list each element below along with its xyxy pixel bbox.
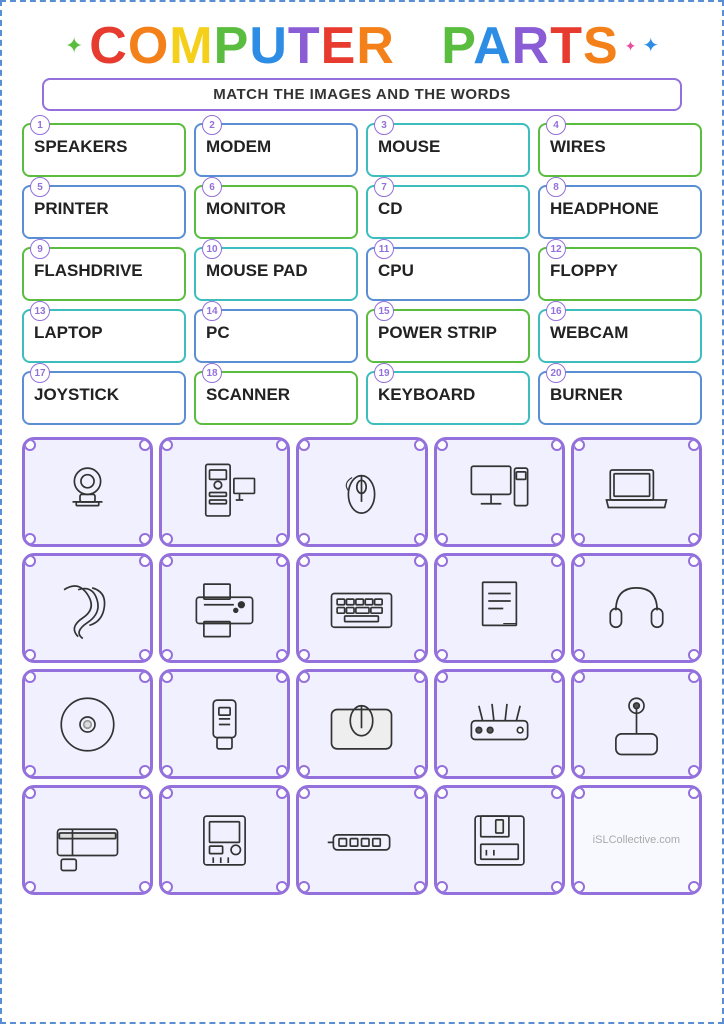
image-cell-mouse (296, 437, 427, 547)
page-title: COMPUTER PARTS (89, 20, 618, 72)
image-cell-cpu (159, 785, 290, 895)
cell-number: 1 (30, 115, 50, 135)
cell-number: 16 (546, 301, 566, 321)
image-cell-modem (434, 669, 565, 779)
word-cell-joystick: 17 JOYSTICK (22, 371, 186, 425)
word-cell-headphone: 8 HEADPHONE (538, 185, 702, 239)
cell-label: POWER STRIP (374, 315, 522, 343)
cell-number: 12 (546, 239, 566, 259)
cell-label: FLOPPY (546, 253, 694, 281)
image-cell-printer (159, 553, 290, 663)
cell-label: BURNER (546, 377, 694, 405)
cell-label: KEYBOARD (374, 377, 522, 405)
cell-label: PC (202, 315, 350, 343)
cell-label: WIRES (546, 129, 694, 157)
word-cell-webcam: 16 WEBCAM (538, 309, 702, 363)
image-cell-mousepad (296, 669, 427, 779)
cell-label: SCANNER (202, 377, 350, 405)
cell-label: MODEM (202, 129, 350, 157)
cell-number: 20 (546, 363, 566, 383)
word-cell-printer: 5 PRINTER (22, 185, 186, 239)
title-area: ✦ COMPUTER PARTS ✦ ✦ (12, 12, 712, 78)
word-cell-wires: 4 WIRES (538, 123, 702, 177)
word-grid: 1 SPEAKERS 2 MODEM 3 MOUSE 4 WIRES 5 PRI… (12, 123, 712, 425)
cell-label: WEBCAM (546, 315, 694, 343)
word-cell-burner: 20 BURNER (538, 371, 702, 425)
cell-number: 6 (202, 177, 222, 197)
cell-label: MONITOR (202, 191, 350, 219)
image-cell-laptop (571, 437, 702, 547)
instruction-box: MATCH THE IMAGES AND THE WORDS (42, 78, 682, 111)
image-cell-paper (434, 553, 565, 663)
image-cell-webcam (22, 437, 153, 547)
image-cell-flashdrive (159, 669, 290, 779)
word-cell-scanner: 18 SCANNER (194, 371, 358, 425)
word-cell-speakers: 1 SPEAKERS (22, 123, 186, 177)
cell-number: 7 (374, 177, 394, 197)
cell-number: 14 (202, 301, 222, 321)
cell-number: 5 (30, 177, 50, 197)
image-cell-cd (22, 669, 153, 779)
word-cell-power-strip: 15 POWER STRIP (366, 309, 530, 363)
cell-label: HEADPHONE (546, 191, 694, 219)
image-cell-keyboard (296, 553, 427, 663)
image-cell-monitor (434, 437, 565, 547)
cell-label: CPU (374, 253, 522, 281)
word-cell-cd: 7 CD (366, 185, 530, 239)
image-cell-scanner (22, 785, 153, 895)
image-cell-floppy (434, 785, 565, 895)
cell-label: JOYSTICK (30, 377, 178, 405)
cell-label: CD (374, 191, 522, 219)
cell-number: 4 (546, 115, 566, 135)
word-cell-monitor: 6 MONITOR (194, 185, 358, 239)
image-cell-wires (22, 553, 153, 663)
cell-label: PRINTER (30, 191, 178, 219)
word-cell-floppy: 12 FLOPPY (538, 247, 702, 301)
cell-number: 18 (202, 363, 222, 383)
cell-number: 2 (202, 115, 222, 135)
cell-number: 17 (30, 363, 50, 383)
cell-label: FLASHDRIVE (30, 253, 178, 281)
star-icon-left: ✦ (65, 35, 83, 57)
watermark-label: iSLCollective.com (593, 834, 680, 846)
image-grid: iSLCollective.com (12, 437, 712, 903)
word-cell-keyboard: 19 KEYBOARD (366, 371, 530, 425)
image-cell-empty: iSLCollective.com (571, 785, 702, 895)
word-cell-pc: 14 PC (194, 309, 358, 363)
word-cell-modem: 2 MODEM (194, 123, 358, 177)
cell-number: 3 (374, 115, 394, 135)
word-cell-mouse: 3 MOUSE (366, 123, 530, 177)
cell-number: 8 (546, 177, 566, 197)
cell-number: 9 (30, 239, 50, 259)
image-cell-joystick (571, 669, 702, 779)
star-icon-right1: ✦ (625, 39, 637, 53)
word-cell-flashdrive: 9 FLASHDRIVE (22, 247, 186, 301)
word-cell-cpu: 11 CPU (366, 247, 530, 301)
image-cell-headphones (571, 553, 702, 663)
instruction-text: MATCH THE IMAGES AND THE WORDS (213, 86, 511, 103)
word-cell-laptop: 13 LAPTOP (22, 309, 186, 363)
image-cell-powerstrip (296, 785, 427, 895)
cell-number: 10 (202, 239, 222, 259)
image-cell-tower (159, 437, 290, 547)
cell-label: MOUSE PAD (202, 253, 350, 281)
cell-number: 15 (374, 301, 394, 321)
cell-number: 11 (374, 239, 394, 259)
cell-label: SPEAKERS (30, 129, 178, 157)
cell-number: 13 (30, 301, 50, 321)
word-cell-mouse-pad: 10 MOUSE PAD (194, 247, 358, 301)
cell-number: 19 (374, 363, 394, 383)
star-icon-right2: ✦ (642, 36, 659, 56)
cell-label: LAPTOP (30, 315, 178, 343)
cell-label: MOUSE (374, 129, 522, 157)
